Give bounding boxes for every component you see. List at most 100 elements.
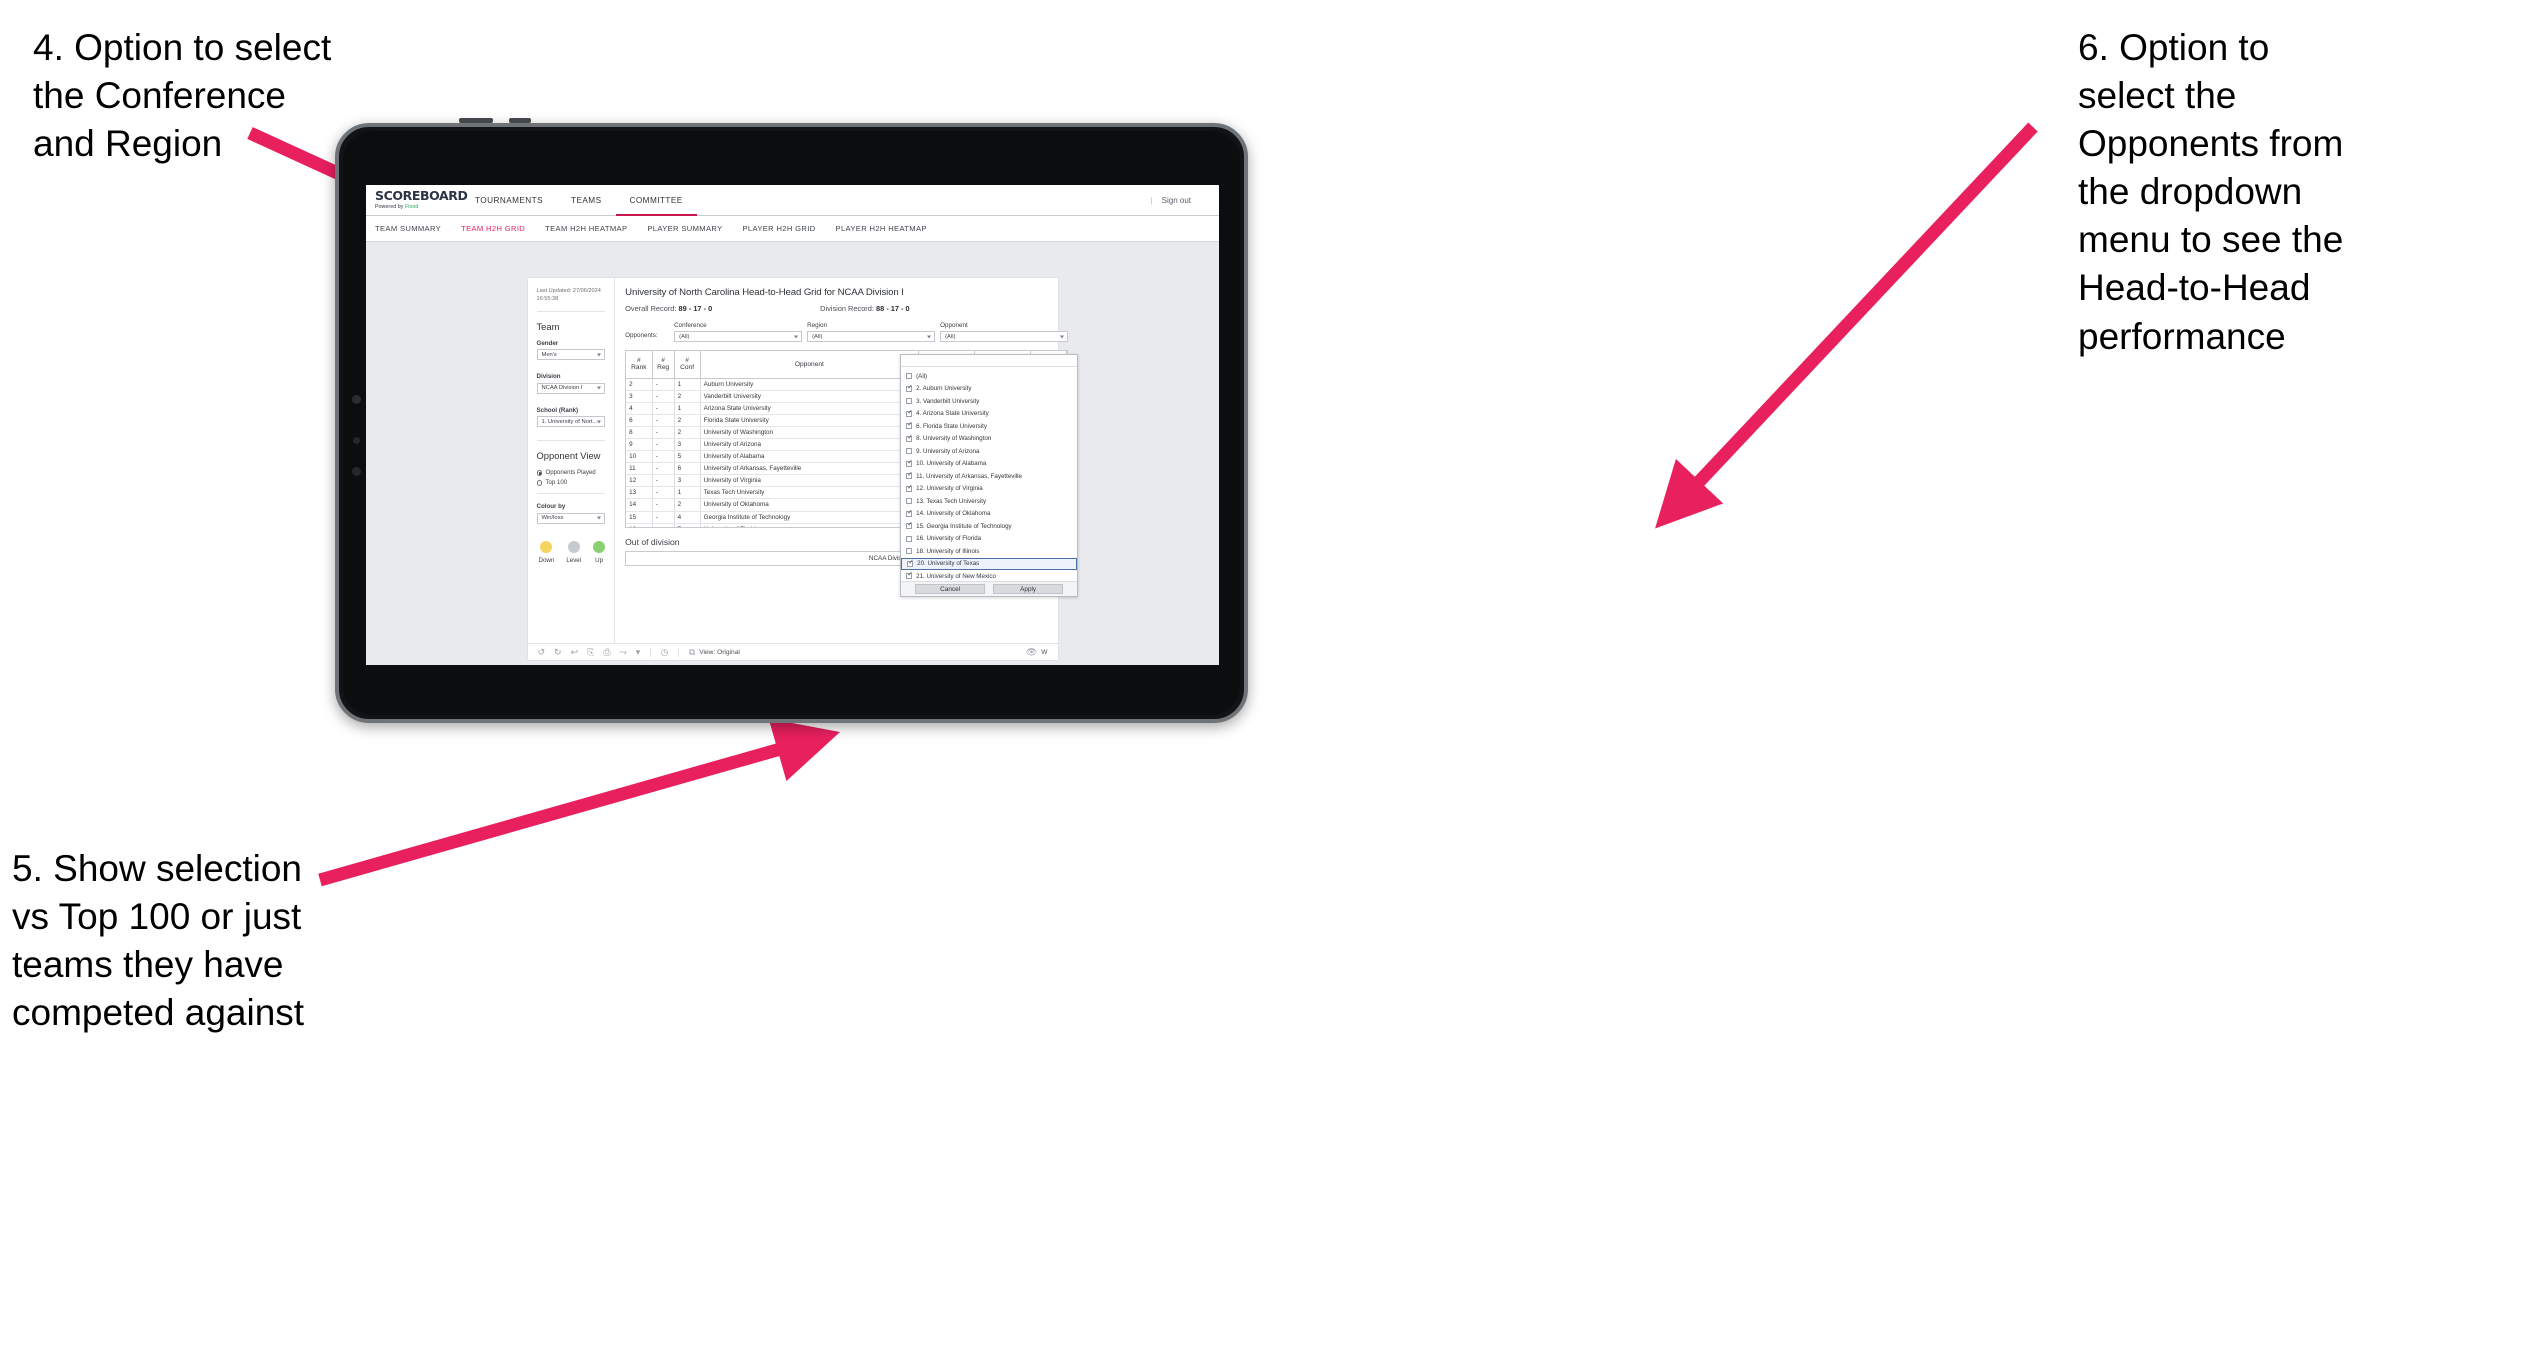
opponent-option[interactable]: 14. University of Oklahoma [901,508,1077,521]
tab-team-summary[interactable]: TEAM SUMMARY [375,224,441,233]
opponent-option[interactable]: 4. Arizona State University [901,408,1077,421]
division-select[interactable]: NCAA Division I [536,382,606,394]
opponent-option[interactable]: 3. Vanderbilt University [901,395,1077,408]
checkbox-icon[interactable] [906,498,913,505]
opponent-label: Opponent [940,322,968,329]
col-opponent: Opponent [700,351,920,379]
checkbox-icon[interactable] [907,560,914,567]
opponent-option[interactable]: 10. University of Alabama [901,458,1077,471]
cancel-button[interactable]: Cancel [915,583,986,595]
colour-legend: Down Level Up [537,540,606,564]
opponent-option[interactable]: 18. University of Illinois [901,545,1077,558]
apply-button[interactable]: Apply [993,583,1064,595]
redo-icon[interactable]: ↻ [554,647,562,657]
opponent-option[interactable]: 12. University of Virginia [901,483,1077,496]
history-icon[interactable]: ◷ [661,647,669,657]
opponent-dropdown-panel[interactable]: (All) 2. Auburn University 3. Vanderbilt U… [900,354,1079,597]
checkbox-icon[interactable] [906,398,913,405]
cell-reg: - [652,450,675,464]
opponent-option[interactable]: 15. Georgia Institute of Technology [901,520,1077,533]
opponent-option-label: (All) [916,372,928,380]
volume-button[interactable] [509,118,531,123]
radio-label-top-100: Top 100 [545,479,568,487]
cell-reg: - [652,511,675,524]
checkbox-icon[interactable] [906,448,913,455]
opponent-option[interactable]: 11. University of Arkansas, Fayetteville [901,470,1077,483]
radio-opponents-played[interactable]: Opponents Played [536,469,606,476]
school-rank-select[interactable]: 1. University of Nort... [536,416,606,428]
checkbox-icon[interactable] [906,410,913,417]
opponent-option[interactable]: 6. Florida State University [901,420,1077,433]
checkbox-icon[interactable] [906,435,913,442]
view-icon: ⧉ [688,646,696,657]
checkbox-icon[interactable] [906,535,913,542]
cell-rank: 9 [626,438,653,452]
annotation-6: 6. Option to select the Opponents from t… [2078,27,2344,357]
checkbox-icon[interactable] [906,385,913,392]
topnav-item-committee[interactable]: COMMITTEE [615,185,697,216]
radio-top-100[interactable]: Top 100 [536,479,606,487]
cell-opponent: Auburn University [700,378,920,391]
opponent-option[interactable]: 16. University of Florida [901,533,1077,546]
cell-rank: 12 [626,474,653,488]
checkbox-icon[interactable] [906,460,913,467]
share-icon[interactable]: ⤳ [620,647,627,657]
opponent-option[interactable]: 8. University of Washington [901,433,1077,446]
opponent-options-list[interactable]: (All) 2. Auburn University 3. Vanderbilt U… [901,367,1078,581]
divider-2 [536,440,606,442]
opponent-search-input[interactable] [901,355,1078,367]
checkbox-icon[interactable] [906,548,913,555]
checkbox-icon[interactable] [906,373,913,380]
region-select[interactable]: (All) [807,331,936,342]
opponent-option[interactable]: 21. University of New Mexico [901,570,1077,581]
conference-select[interactable]: (All) [674,331,803,342]
tab-team-h2h-grid[interactable]: TEAM H2H GRID [461,224,525,233]
sign-out-link[interactable]: Sign out [1162,196,1191,205]
refresh-data-icon[interactable]: ⎘ [587,647,594,657]
opponent-option[interactable]: 9. University of Arizona [901,445,1077,458]
opponent-option-label: 12. University of Virginia [916,485,983,493]
topnav-item-teams[interactable]: TEAMS [557,185,615,215]
gender-select[interactable]: Men's [536,349,606,361]
checkbox-icon[interactable] [906,572,913,580]
toolbar-right: 👁 W [1026,647,1048,657]
pause-icon[interactable]: ⎙ [603,647,610,657]
topnav-item-tournaments[interactable]: TOURNAMENTS [461,185,557,215]
opponent-option-label: 20. University of Texas [917,560,980,568]
checkbox-icon[interactable] [906,522,913,530]
checkbox-icon[interactable] [906,485,913,492]
opponent-select[interactable]: (All) [940,331,1069,342]
colour-by-label: Colour by [536,503,566,511]
cell-reg: - [652,474,675,488]
tab-player-h2h-heatmap[interactable]: PLAYER H2H HEATMAP [836,224,927,233]
cell-reg: - [652,462,675,476]
dropdown-caret-icon[interactable]: ▾ [636,647,641,657]
checkbox-icon[interactable] [906,422,913,430]
toolbar-right-label: W [1041,648,1048,656]
view-original-button[interactable]: ⧉ View: Original [688,646,740,657]
opponent-option-label: 11. University of Arkansas, Fayetteville [916,472,1022,480]
top-nav-right: | Sign out [1151,185,1219,215]
col-rank: # Rank [626,351,653,379]
tab-player-h2h-grid[interactable]: PLAYER H2H GRID [742,224,815,233]
cell-opponent: Vanderbilt University [700,390,920,403]
opponent-option-label: 14. University of Oklahoma [916,510,991,518]
cell-conf: 2 [674,414,701,427]
tab-team-h2h-heatmap[interactable]: TEAM H2H HEATMAP [545,224,627,233]
cell-opponent: University of Virginia [700,474,920,488]
colour-by-select[interactable]: Win/loss [536,512,606,524]
opponent-option[interactable]: (All) [901,370,1077,383]
power-button[interactable] [459,118,493,123]
checkbox-icon[interactable] [906,472,913,480]
eye-icon[interactable]: 👁 [1026,647,1037,657]
cell-conf: 2 [674,498,701,512]
opponent-option[interactable]: 13. Texas Tech University [901,495,1077,508]
checkbox-icon[interactable] [906,510,913,517]
revert-icon[interactable]: ↩ [571,647,579,657]
opponent-option[interactable]: 2. Auburn University [901,383,1077,396]
tab-player-summary[interactable]: PLAYER SUMMARY [647,224,722,233]
opponent-option-label: 15. Georgia Institute of Technology [916,522,1012,530]
opponent-option[interactable]: 20. University of Texas [901,557,1078,570]
brand-logo[interactable]: SCOREBOARD Powered by Flood [366,185,468,215]
undo-icon[interactable]: ↺ [538,647,546,657]
